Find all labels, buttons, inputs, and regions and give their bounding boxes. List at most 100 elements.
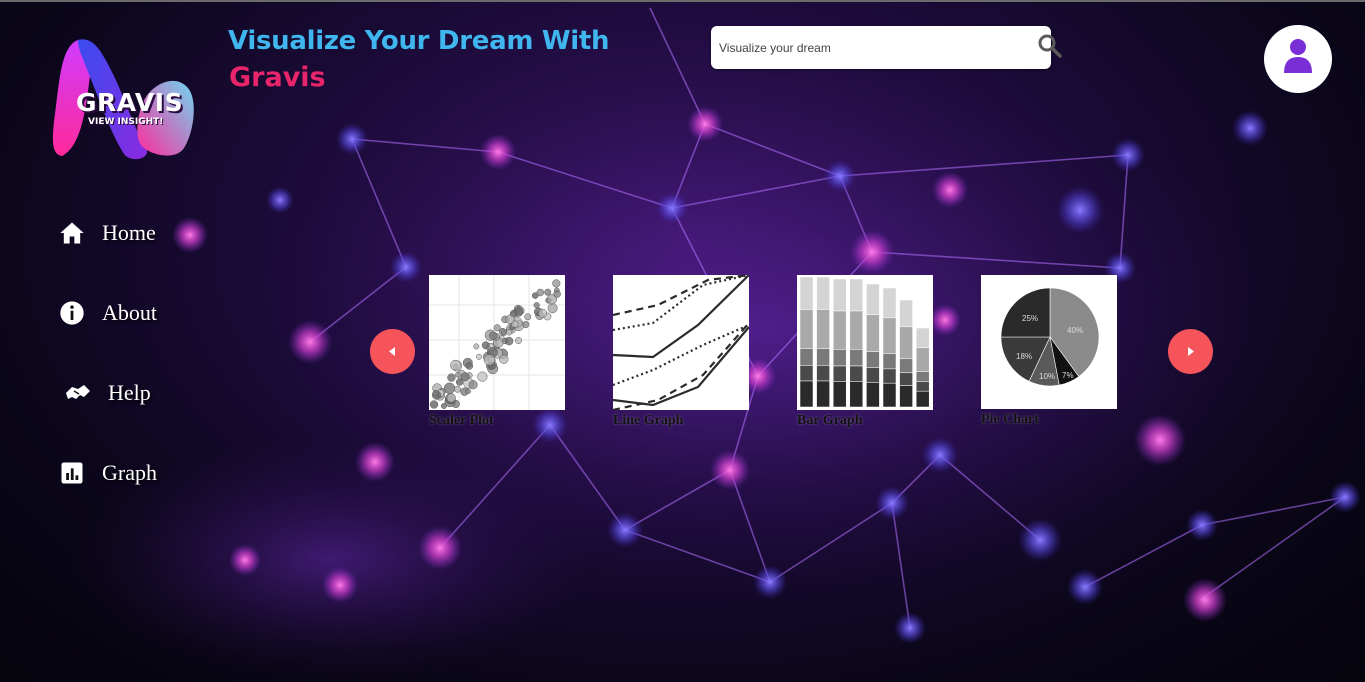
bar-thumb-segment bbox=[849, 349, 864, 367]
bar-thumb-segment bbox=[816, 309, 830, 349]
card-label-line: Line Graph bbox=[613, 413, 684, 428]
scatter-thumb-point bbox=[515, 337, 522, 344]
graph-card-scatter[interactable]: Scaler Plot bbox=[429, 275, 565, 429]
scatter-thumb-point bbox=[465, 388, 471, 395]
scatter-thumb-point bbox=[536, 288, 545, 297]
bar-thumb-segment bbox=[816, 365, 830, 382]
scatter-thumb-point bbox=[443, 382, 456, 394]
scatter-thumb-point bbox=[460, 372, 470, 382]
logo-wordmark: GRAVIS bbox=[76, 88, 184, 117]
card-label-pie: Pie Chart bbox=[981, 412, 1039, 427]
pie-label-10: 10% bbox=[1039, 372, 1055, 381]
nav-label-about: About bbox=[102, 300, 157, 325]
bar-thumb-segment bbox=[882, 382, 897, 408]
pie-label-40: 40% bbox=[1067, 326, 1083, 335]
scatter-thumbnail bbox=[429, 275, 565, 410]
scatter-thumb-point bbox=[440, 403, 447, 409]
scatter-thumb-point bbox=[505, 314, 515, 325]
bar-thumb-segment bbox=[915, 381, 930, 392]
bar-thumbnail bbox=[797, 275, 933, 410]
scatter-thumb-point bbox=[465, 362, 474, 370]
bar-thumb-segment bbox=[832, 310, 847, 350]
bar-thumb-segment bbox=[832, 349, 847, 367]
info-icon bbox=[60, 301, 84, 325]
scatter-thumb-point bbox=[481, 341, 490, 350]
scatter-thumb-point bbox=[454, 385, 461, 393]
scatter-thumb-point bbox=[468, 380, 478, 390]
pie-label-18: 18% bbox=[1016, 352, 1032, 361]
bar-thumb-segment bbox=[816, 380, 830, 408]
bar-thumb-segment bbox=[849, 381, 864, 408]
bar-thumb-segment bbox=[899, 358, 913, 373]
bar-thumb-segment bbox=[849, 278, 864, 312]
user-icon bbox=[1284, 39, 1312, 73]
nav-item-graph[interactable]: Graph bbox=[58, 459, 157, 487]
line-thumbnail-image bbox=[613, 275, 749, 410]
bar-thumb-segment bbox=[799, 365, 814, 382]
bar-thumb-segment bbox=[899, 299, 913, 328]
handshake-icon bbox=[66, 385, 90, 399]
scatter-thumb-point bbox=[504, 336, 514, 346]
caret-right-icon bbox=[1188, 347, 1194, 356]
bar-thumb-segment bbox=[866, 314, 880, 352]
card-label-bar: Bar Graph bbox=[797, 413, 863, 428]
page-title: Visualize Your Dream With bbox=[228, 26, 610, 56]
bar-thumb-segment bbox=[899, 385, 913, 408]
scatter-thumb-point bbox=[477, 371, 488, 382]
logo-tagline: VIEW INSIGHT! bbox=[88, 117, 164, 127]
bar-thumb-segment bbox=[899, 372, 913, 386]
user-avatar-button[interactable] bbox=[1264, 25, 1332, 93]
scatter-thumb-point bbox=[447, 373, 456, 382]
bar-thumb-segment bbox=[882, 368, 897, 384]
bar-thumb-segment bbox=[832, 381, 847, 408]
bar-thumb-segment bbox=[849, 310, 864, 350]
scatter-thumb-point bbox=[498, 327, 507, 336]
bar-thumb-segment bbox=[899, 326, 913, 360]
scatter-thumb-point bbox=[524, 313, 532, 321]
carousel-prev-button[interactable] bbox=[370, 329, 415, 374]
card-label-scatter: Scaler Plot bbox=[429, 413, 494, 428]
scatter-thumb-point bbox=[455, 371, 461, 378]
bar-thumb-segment bbox=[915, 347, 930, 372]
bar-thumb-segment bbox=[799, 309, 814, 349]
magnifier-icon[interactable] bbox=[1037, 33, 1063, 59]
scatter-thumb-point bbox=[473, 343, 480, 350]
scatter-thumb-point bbox=[489, 331, 498, 340]
search-input[interactable] bbox=[717, 36, 1021, 60]
scatter-thumb-point bbox=[505, 329, 513, 336]
scatter-thumbnail-image bbox=[429, 275, 565, 410]
bar-thumb-segment bbox=[799, 276, 814, 310]
search-box bbox=[711, 26, 1051, 69]
bar-thumb-segment bbox=[799, 380, 814, 408]
bar-thumb-segment bbox=[816, 348, 830, 366]
bar-thumb-segment bbox=[866, 367, 880, 383]
bar-thumb-segment bbox=[915, 390, 930, 408]
pie-label-7: 7% bbox=[1062, 371, 1074, 380]
bar-thumb-segment bbox=[866, 382, 880, 408]
bar-thumb-segment bbox=[915, 371, 930, 383]
nav-label-help: Help bbox=[108, 380, 151, 405]
graph-card-bar[interactable]: Bar Graph bbox=[797, 275, 933, 429]
graph-card-line[interactable]: Line Graph bbox=[613, 275, 749, 429]
home-icon bbox=[60, 222, 84, 244]
scatter-thumb-point bbox=[552, 279, 561, 288]
scatter-thumb-point bbox=[544, 288, 552, 296]
bar-thumb-segment bbox=[799, 348, 814, 366]
scatter-thumb-point bbox=[476, 353, 482, 360]
bar-thumb-segment bbox=[882, 353, 897, 370]
scatter-thumb-point bbox=[553, 290, 561, 298]
bar-thumb-segment bbox=[849, 365, 864, 382]
scatter-thumb-point bbox=[547, 303, 558, 314]
bar-thumb-segment bbox=[882, 287, 897, 319]
pie-thumbnail: 40% 7% 10% 18% 25% bbox=[981, 275, 1117, 409]
nav-item-about[interactable]: About bbox=[58, 299, 157, 327]
bar-thumb-segment bbox=[832, 365, 847, 382]
carousel-next-button[interactable] bbox=[1168, 329, 1213, 374]
line-thumbnail bbox=[613, 275, 749, 410]
nav-item-home[interactable]: Home bbox=[58, 219, 156, 247]
graph-card-pie[interactable]: 40% 7% 10% 18% 25% Pie Chart bbox=[981, 275, 1117, 428]
nav-item-help[interactable]: Help bbox=[64, 379, 151, 407]
scatter-thumb-point bbox=[450, 359, 461, 371]
nav-label-home: Home bbox=[102, 220, 156, 245]
scatter-thumb-point bbox=[499, 354, 509, 364]
